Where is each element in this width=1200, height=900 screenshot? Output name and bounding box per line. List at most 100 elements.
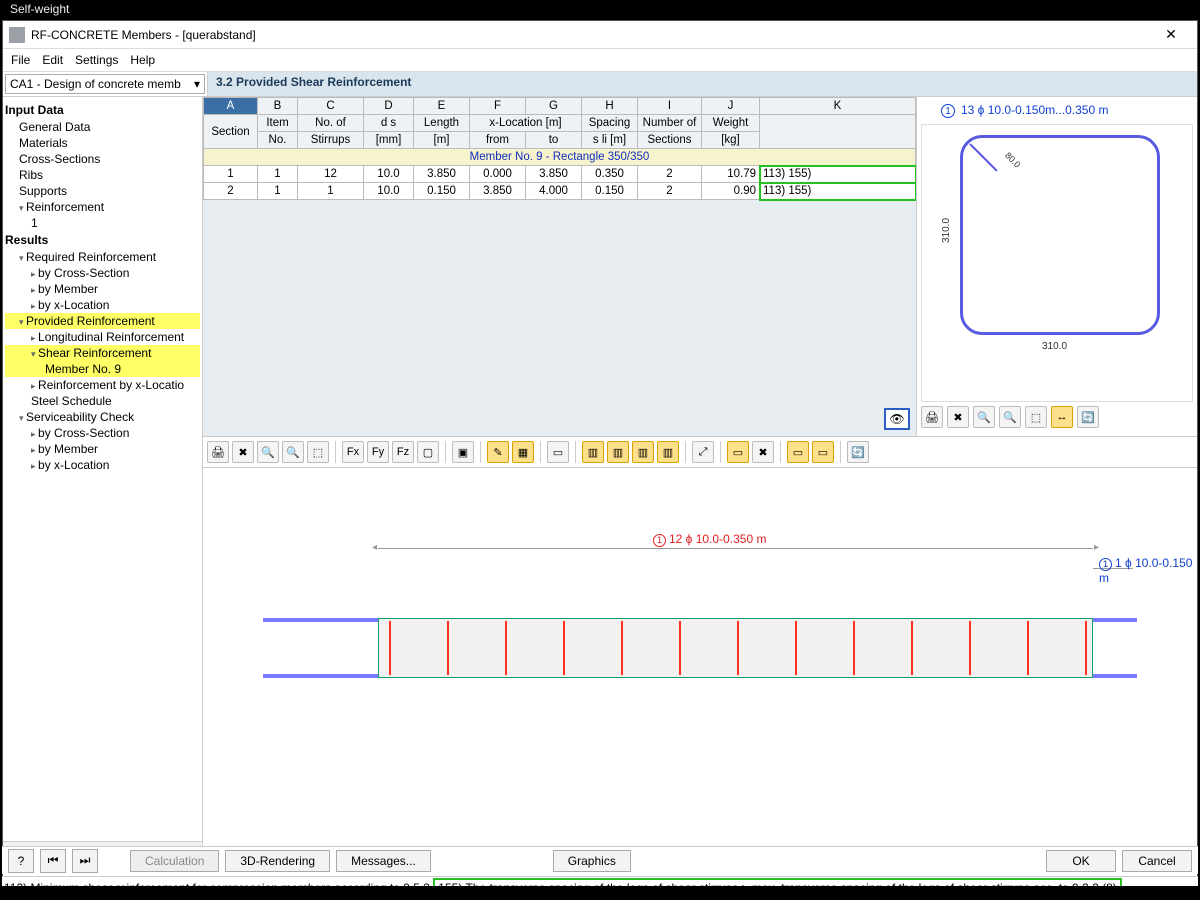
grid-row-2[interactable]: 2 1 1 10.0 0.150 3.850 4.000 0.150 2 0.9…: [204, 183, 916, 200]
tree-shear-reinforcement[interactable]: Shear Reinforcement: [5, 345, 200, 361]
rt-v2[interactable]: ▥: [607, 441, 629, 463]
rt-box[interactable]: ▢: [417, 441, 439, 463]
results-grid[interactable]: A B C D E F G H I J K: [203, 97, 917, 436]
tree-serv-by-member[interactable]: by Member: [5, 441, 200, 457]
tree-reinf-by-xloc[interactable]: Reinforcement by x-Locatio: [5, 377, 200, 393]
cell[interactable]: 10.0: [364, 183, 414, 200]
tree-serv-by-xs[interactable]: by Cross-Section: [5, 425, 200, 441]
rt-print[interactable]: 🖨: [207, 441, 229, 463]
col-C[interactable]: C: [298, 98, 364, 115]
rt-zoom-in[interactable]: 🔍: [257, 441, 279, 463]
rt-rect[interactable]: ▭: [547, 441, 569, 463]
col-A[interactable]: A: [204, 98, 258, 115]
rt-v4[interactable]: ▥: [657, 441, 679, 463]
col-F[interactable]: F: [470, 98, 526, 115]
cell[interactable]: 1: [298, 183, 364, 200]
case-selector[interactable]: CA1 - Design of concrete memb ▾: [5, 74, 205, 94]
rt-v3[interactable]: ▥: [632, 441, 654, 463]
tree-req-by-xs[interactable]: by Cross-Section: [5, 265, 200, 281]
cell[interactable]: 1: [258, 183, 298, 200]
menu-help[interactable]: Help: [130, 53, 155, 67]
col-B[interactable]: B: [258, 98, 298, 115]
tree-req-by-member[interactable]: by Member: [5, 281, 200, 297]
rt-tool[interactable]: ✖: [232, 441, 254, 463]
cancel-button[interactable]: Cancel: [1122, 850, 1192, 872]
rt-v1[interactable]: ▥: [582, 441, 604, 463]
tree-cross-sections[interactable]: Cross-Sections: [5, 151, 200, 167]
tree-provided-reinforcement[interactable]: Provided Reinforcement: [5, 313, 200, 329]
menu-file[interactable]: File: [11, 53, 30, 67]
cell[interactable]: 3.850: [470, 183, 526, 200]
xs-tool-button[interactable]: ✖: [947, 406, 969, 428]
menu-edit[interactable]: Edit: [42, 53, 63, 67]
rt-o1[interactable]: ▭: [787, 441, 809, 463]
rt-edit[interactable]: ✎: [487, 441, 509, 463]
cell[interactable]: 0.150: [414, 183, 470, 200]
cell[interactable]: 10.0: [364, 166, 414, 183]
grid-row-1[interactable]: 1 1 12 10.0 3.850 0.000 3.850 0.350 2 10…: [204, 166, 916, 183]
rt-fy[interactable]: Fy: [367, 441, 389, 463]
cell[interactable]: 4.000: [526, 183, 582, 200]
col-J[interactable]: J: [702, 98, 760, 115]
3d-rendering-button[interactable]: 3D-Rendering: [225, 850, 330, 872]
tree-general-data[interactable]: General Data: [5, 119, 200, 135]
render-canvas[interactable]: ◂▸ 112 ϕ 10.0-0.350 m 11 ϕ 10.0-0.150 m: [203, 468, 1197, 857]
cell[interactable]: 2: [204, 183, 258, 200]
cell[interactable]: 2: [638, 166, 702, 183]
cell[interactable]: 0.90: [702, 183, 760, 200]
rt-zoom-out[interactable]: 🔍: [282, 441, 304, 463]
tree-steel-schedule[interactable]: Steel Schedule: [5, 393, 200, 409]
cell[interactable]: 1: [204, 166, 258, 183]
xs-canvas[interactable]: 310.0 310.0 80.0: [921, 124, 1193, 402]
nav-next-button[interactable]: ⏭: [72, 849, 98, 873]
col-G[interactable]: G: [526, 98, 582, 115]
help-button[interactable]: ?: [8, 849, 34, 873]
col-D[interactable]: D: [364, 98, 414, 115]
xs-grid-button[interactable]: ⬚: [1025, 406, 1047, 428]
grid-member-row[interactable]: Member No. 9 - Rectangle 350/350: [204, 149, 916, 166]
rt-x[interactable]: ✖: [752, 441, 774, 463]
cell[interactable]: 3.850: [414, 166, 470, 183]
ok-button[interactable]: OK: [1046, 850, 1116, 872]
cell[interactable]: 2: [638, 183, 702, 200]
graphics-button[interactable]: Graphics: [553, 850, 631, 872]
cell[interactable]: 0.000: [470, 166, 526, 183]
navigation-tree[interactable]: Input Data General Data Materials Cross-…: [3, 97, 203, 857]
rt-fz[interactable]: Fz: [392, 441, 414, 463]
xs-zoom-out-button[interactable]: 🔍: [999, 406, 1021, 428]
toggle-visibility-button[interactable]: 👁: [884, 408, 910, 430]
rt-hatch[interactable]: ▦: [512, 441, 534, 463]
cell[interactable]: 1: [258, 166, 298, 183]
rt-refresh[interactable]: 🔄: [847, 441, 869, 463]
cell[interactable]: 12: [298, 166, 364, 183]
xs-refresh-button[interactable]: 🔄: [1077, 406, 1099, 428]
cell[interactable]: 0.350: [582, 166, 638, 183]
cell-notes[interactable]: 113) 155): [760, 183, 916, 200]
col-K[interactable]: K: [760, 98, 916, 115]
menu-settings[interactable]: Settings: [75, 53, 118, 67]
rt-o2[interactable]: ▭: [812, 441, 834, 463]
tree-reinforcement[interactable]: Reinforcement: [5, 199, 200, 215]
col-H[interactable]: H: [582, 98, 638, 115]
tree-input-data[interactable]: Input Data: [5, 103, 200, 117]
tree-reinforcement-1[interactable]: 1: [5, 215, 200, 231]
tree-supports[interactable]: Supports: [5, 183, 200, 199]
tree-materials[interactable]: Materials: [5, 135, 200, 151]
tree-req-by-xloc[interactable]: by x-Location: [5, 297, 200, 313]
tree-required-reinforcement[interactable]: Required Reinforcement: [5, 249, 200, 265]
rt-axes[interactable]: ⤢: [692, 441, 714, 463]
cell[interactable]: 10.79: [702, 166, 760, 183]
tree-results[interactable]: Results: [5, 233, 200, 247]
tree-serviceability[interactable]: Serviceability Check: [5, 409, 200, 425]
nav-prev-button[interactable]: ⏮: [40, 849, 66, 873]
rt-fx[interactable]: Fx: [342, 441, 364, 463]
col-E[interactable]: E: [414, 98, 470, 115]
xs-move-button[interactable]: ↔: [1051, 406, 1073, 428]
col-I[interactable]: I: [638, 98, 702, 115]
xs-print-button[interactable]: 🖨: [921, 406, 943, 428]
rt-select[interactable]: ⬚: [307, 441, 329, 463]
rt-box2[interactable]: ▣: [452, 441, 474, 463]
tree-member-9[interactable]: Member No. 9: [5, 361, 200, 377]
tree-serv-by-xloc[interactable]: by x-Location: [5, 457, 200, 473]
rt-dims[interactable]: ▭: [727, 441, 749, 463]
